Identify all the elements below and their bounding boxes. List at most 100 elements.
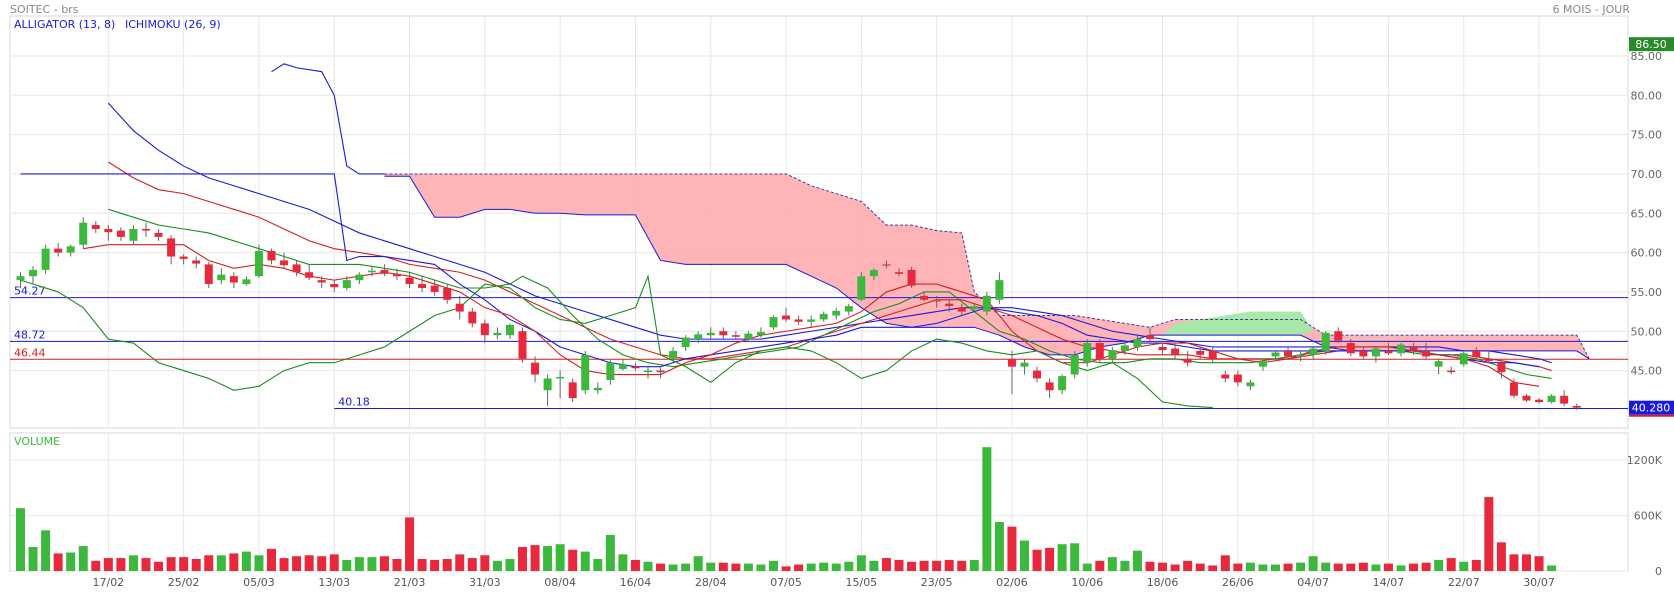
- price-chart: 54.2748.7246.4440.18 45.0050.0055.0060.0…: [0, 0, 1674, 591]
- candle-body: [1572, 405, 1581, 408]
- volume-bar: [1245, 562, 1255, 571]
- candle-body: [1547, 395, 1556, 403]
- date-tick-label: 08/04: [544, 576, 576, 589]
- candle-body: [857, 276, 866, 300]
- candle-body: [1208, 350, 1217, 359]
- candle-body: [305, 272, 314, 278]
- volume-bar: [1032, 549, 1042, 571]
- volume-bar: [555, 544, 565, 571]
- volume-bar: [881, 558, 891, 571]
- volume-bar: [630, 559, 640, 571]
- last-price-value: 40.280: [1632, 402, 1671, 415]
- date-tick-label: 13/03: [318, 576, 350, 589]
- volume-bar: [492, 560, 502, 571]
- candle-body: [543, 378, 552, 391]
- candle-body: [1334, 331, 1343, 341]
- volume-bar: [668, 564, 678, 571]
- candle-body: [907, 269, 916, 286]
- volume-tick-label: 0: [1655, 565, 1662, 578]
- candle-body: [794, 319, 803, 322]
- candle-body: [204, 264, 213, 285]
- candle-body: [1522, 395, 1531, 401]
- candle-body: [1321, 332, 1330, 351]
- volume-bar: [41, 530, 51, 571]
- volume-bar: [1522, 554, 1531, 571]
- candle-body: [957, 307, 966, 312]
- candle-body: [443, 287, 452, 300]
- volume-bar: [467, 558, 477, 571]
- date-tick-label: 31/03: [469, 576, 501, 589]
- candle-body: [493, 332, 502, 336]
- volume-bar: [1107, 557, 1117, 571]
- volume-bar: [66, 552, 76, 571]
- volume-bar: [1509, 554, 1519, 571]
- date-tick-label: 04/07: [1297, 576, 1329, 589]
- volume-bar: [1346, 563, 1356, 571]
- candle-body: [1070, 354, 1079, 375]
- candle-body: [380, 269, 389, 274]
- volume-bar: [643, 561, 653, 571]
- volume-bar: [831, 563, 841, 571]
- candle-body: [480, 323, 489, 336]
- volume-bar: [1409, 563, 1419, 571]
- candle-body: [154, 232, 163, 237]
- volume-bar: [128, 555, 138, 571]
- candle-body: [1045, 382, 1054, 391]
- chart-container: 54.27 48.72 46.44 40.18 45.00 50.00 55.00 60.0…: [0, 0, 1674, 591]
- date-tick-label: 28/04: [695, 576, 727, 589]
- volume-bar: [417, 558, 427, 571]
- candle-body: [1509, 382, 1518, 396]
- candle-body: [1271, 352, 1280, 357]
- volume-bar: [1308, 556, 1318, 571]
- volume-bar: [254, 555, 264, 571]
- volume-bar: [505, 558, 515, 571]
- candle-body: [819, 313, 828, 320]
- volume-bar: [1484, 497, 1494, 571]
- volume-bar: [593, 558, 603, 571]
- volume-bar: [1434, 559, 1444, 571]
- volume-bar: [317, 556, 327, 571]
- volume-bar: [743, 563, 753, 571]
- candle-body: [1284, 350, 1293, 357]
- volume-bar: [932, 560, 942, 571]
- candle-body: [317, 280, 326, 283]
- candle-body: [468, 311, 477, 324]
- volume-bar: [568, 549, 578, 571]
- candle-body: [995, 280, 1004, 300]
- candle-body: [229, 276, 238, 283]
- candle-body: [242, 279, 251, 285]
- volume-bar: [1120, 560, 1130, 571]
- candle-body: [505, 324, 514, 336]
- candle-body: [518, 331, 527, 359]
- volume-bar: [16, 508, 25, 571]
- volume-bar: [191, 558, 201, 571]
- date-tick-label: 30/07: [1523, 576, 1555, 589]
- candle-body: [418, 284, 427, 288]
- volume-bar: [179, 557, 189, 571]
- candle-body: [1409, 346, 1418, 351]
- price-tick-label: 50.00: [1631, 325, 1663, 338]
- candle-body: [1384, 350, 1393, 354]
- volume-bar: [279, 558, 289, 571]
- volume-bar: [480, 555, 490, 571]
- date-tick-label: 25/02: [168, 576, 200, 589]
- volume-bar: [455, 554, 465, 571]
- volume-bar: [1446, 558, 1456, 571]
- candle-body: [1007, 358, 1016, 367]
- candle-body: [945, 303, 954, 307]
- candle-body: [142, 229, 150, 231]
- volume-bar: [1534, 556, 1544, 571]
- volume-bar: [919, 560, 929, 571]
- volume-bar: [1183, 560, 1193, 571]
- volume-bar: [1095, 560, 1105, 571]
- volume-bar: [367, 557, 377, 571]
- candle-body: [631, 366, 640, 369]
- volume-bar: [706, 562, 716, 571]
- volume-bar: [1195, 563, 1205, 571]
- price-tick-label: 75.00: [1631, 129, 1663, 142]
- volume-bar: [292, 556, 302, 571]
- candle-body: [606, 362, 615, 381]
- volume-bar: [944, 559, 954, 571]
- candle-body: [644, 370, 652, 373]
- volume-bar: [1145, 561, 1155, 571]
